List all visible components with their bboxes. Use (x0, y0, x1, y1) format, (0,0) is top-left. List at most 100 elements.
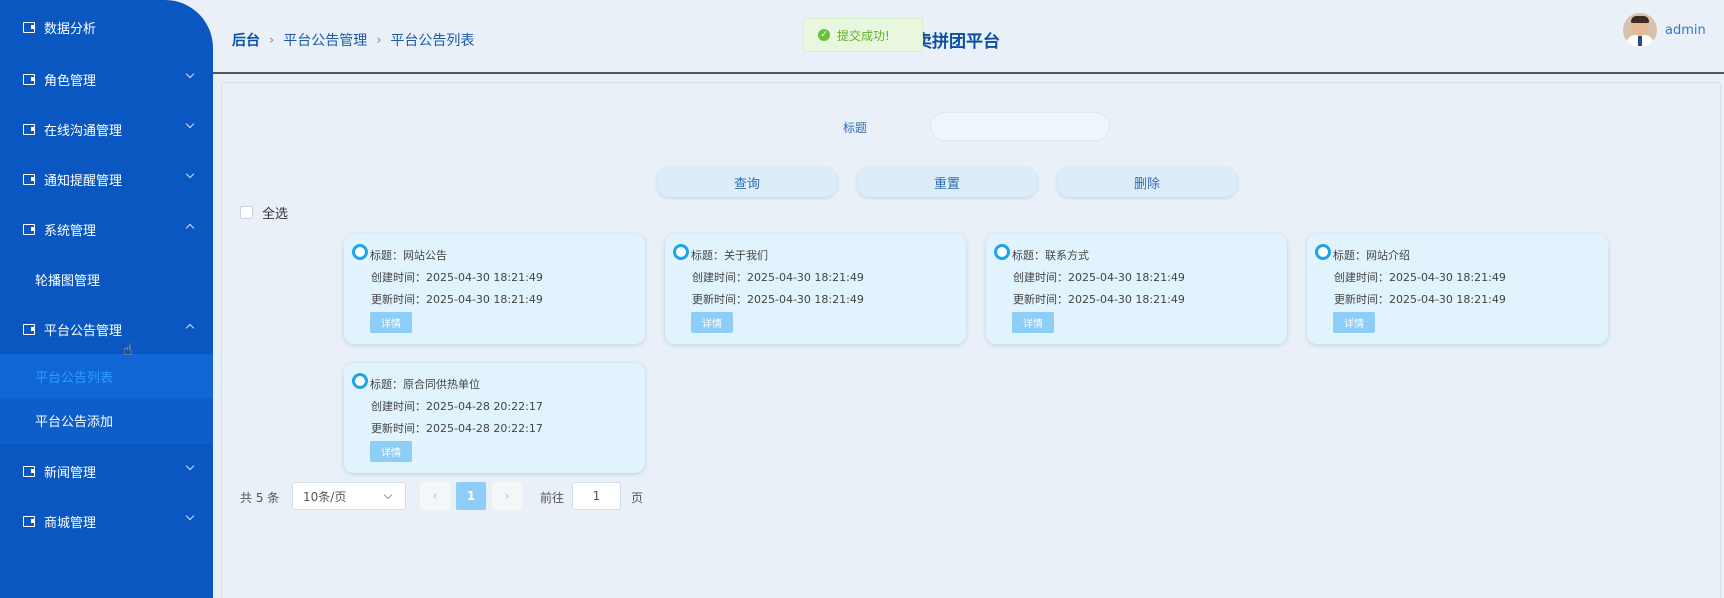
top-header: 后台 › 平台公告管理 › 平台公告列表 卖拼团平台 ✓ 提交成功! admin (213, 0, 1724, 74)
breadcrumb-separator-icon: › (269, 32, 275, 48)
notice-card: 标题：原合同供热单位 创建时间：2025-04-28 20:22:17 更新时间… (344, 363, 645, 473)
sidebar-item-news[interactable]: 新闻管理 (0, 446, 213, 496)
page-size-value: 10条/页 (303, 489, 347, 504)
sidebar-subitem-label: 平台公告添加 (35, 414, 114, 430)
page-number-current[interactable]: 1 (456, 482, 486, 510)
sidebar-item-label: 在线沟通管理 (44, 123, 123, 139)
chevron-down-icon (185, 69, 195, 79)
select-all-label: 全选 (262, 207, 289, 222)
check-circle-icon: ✓ (818, 29, 830, 41)
card-updated-time: 更新时间：2025-04-30 18:21:49 (1013, 293, 1185, 306)
sidebar-item-online-chat[interactable]: 在线沟通管理 (0, 104, 213, 154)
sidebar-item-label: 系统管理 (44, 223, 97, 239)
pagination-total: 共 5 条 (240, 491, 280, 505)
card-created-time: 创建时间：2025-04-30 18:21:49 (692, 271, 864, 284)
menu-icon (23, 465, 35, 477)
detail-button[interactable]: 详情 (1333, 312, 1375, 333)
title-search-input[interactable] (930, 112, 1110, 141)
card-title: 标题：网站介绍 (1333, 249, 1410, 262)
menu-icon (23, 123, 35, 135)
radio-select-icon[interactable] (352, 373, 368, 389)
sidebar-item-label: 通知提醒管理 (44, 173, 123, 189)
card-updated-time: 更新时间：2025-04-28 20:22:17 (371, 422, 543, 435)
user-name[interactable]: admin (1665, 23, 1706, 38)
radio-select-icon[interactable] (673, 244, 689, 260)
delete-button[interactable]: 删除 (1057, 167, 1237, 197)
title-filter-label: 标题 (843, 121, 868, 135)
sidebar-item-label: 商城管理 (44, 515, 97, 531)
sidebar-item-system[interactable]: 系统管理 (0, 204, 213, 254)
card-title: 标题：联系方式 (1012, 249, 1089, 262)
sidebar: 数据分析 角色管理 在线沟通管理 通知提醒管理 系统管理 轮播图管理 平台公告管… (0, 0, 213, 598)
sidebar-item-label: 新闻管理 (44, 465, 97, 481)
next-page-button[interactable]: › (492, 482, 522, 510)
sidebar-subitem-label: 轮播图管理 (35, 273, 101, 289)
card-updated-time: 更新时间：2025-04-30 18:21:49 (692, 293, 864, 306)
checkbox-icon[interactable] (240, 206, 253, 219)
sidebar-item-shop[interactable]: 商城管理 (0, 496, 213, 546)
menu-icon (23, 323, 35, 335)
avatar[interactable] (1623, 13, 1657, 47)
prev-page-button[interactable]: ‹ (420, 482, 450, 510)
breadcrumb-notice-list: 平台公告列表 (390, 33, 475, 49)
page-unit-label: 页 (631, 491, 644, 505)
notice-card: 标题：关于我们 创建时间：2025-04-30 18:21:49 更新时间：20… (665, 234, 966, 344)
menu-icon (23, 515, 35, 527)
hand-cursor-icon: ☝ (123, 340, 133, 359)
sidebar-item-label: 数据分析 (44, 21, 97, 37)
sidebar-item-notification[interactable]: 通知提醒管理 (0, 154, 213, 204)
page-size-select[interactable]: 10条/页 (292, 482, 406, 510)
sidebar-item-role-management[interactable]: 角色管理 (0, 54, 213, 104)
card-created-time: 创建时间：2025-04-30 18:21:49 (1334, 271, 1506, 284)
sidebar-item-notice[interactable]: 平台公告管理 (0, 304, 213, 354)
chevron-down-icon (185, 511, 195, 521)
menu-icon (23, 173, 35, 185)
sidebar-item-data-analysis[interactable]: 数据分析 (0, 2, 213, 52)
radio-select-icon[interactable] (994, 244, 1010, 260)
card-updated-time: 更新时间：2025-04-30 18:21:49 (371, 293, 543, 306)
card-created-time: 创建时间：2025-04-30 18:21:49 (371, 271, 543, 284)
chevron-up-icon (185, 323, 195, 333)
reset-button[interactable]: 重置 (857, 167, 1037, 197)
breadcrumb-notice-management[interactable]: 平台公告管理 (283, 30, 367, 50)
success-toast: ✓ 提交成功! (803, 18, 923, 52)
chevron-down-icon (185, 169, 195, 179)
notice-card: 标题：联系方式 创建时间：2025-04-30 18:21:49 更新时间：20… (986, 234, 1287, 344)
breadcrumb: 后台 › 平台公告管理 › 平台公告列表 (232, 30, 474, 50)
goto-label: 前往 (540, 491, 565, 505)
toast-text: 提交成功! (837, 28, 890, 43)
site-title: 卖拼团平台 (915, 32, 1000, 52)
chevron-down-icon (185, 119, 195, 129)
radio-select-icon[interactable] (1315, 244, 1331, 260)
select-all-checkbox[interactable]: 全选 (240, 203, 288, 222)
card-created-time: 创建时间：2025-04-30 18:21:49 (1013, 271, 1185, 284)
notice-card: 标题：网站公告 创建时间：2025-04-30 18:21:49 更新时间：20… (344, 234, 645, 344)
menu-icon (23, 223, 35, 235)
detail-button[interactable]: 详情 (370, 312, 412, 333)
radio-select-icon[interactable] (352, 244, 368, 260)
sidebar-subitem-carousel[interactable]: 轮播图管理 (0, 257, 213, 301)
goto-page-input[interactable] (572, 482, 621, 510)
chevron-up-icon (185, 223, 195, 233)
query-button[interactable]: 查询 (657, 167, 837, 197)
notice-card: 标题：网站介绍 创建时间：2025-04-30 18:21:49 更新时间：20… (1307, 234, 1608, 344)
card-created-time: 创建时间：2025-04-28 20:22:17 (371, 400, 543, 413)
detail-button[interactable]: 详情 (370, 441, 412, 462)
sidebar-subitem-notice-list[interactable]: 平台公告列表 (0, 354, 213, 398)
menu-icon (23, 21, 35, 33)
detail-button[interactable]: 详情 (1012, 312, 1054, 333)
sidebar-item-label: 平台公告管理 (44, 323, 123, 339)
sidebar-subitem-label: 平台公告列表 (35, 370, 114, 386)
sidebar-item-label: 角色管理 (44, 73, 97, 89)
breadcrumb-home[interactable]: 后台 (232, 30, 260, 50)
card-updated-time: 更新时间：2025-04-30 18:21:49 (1334, 293, 1506, 306)
card-title: 标题：原合同供热单位 (370, 378, 480, 391)
chevron-down-icon (383, 490, 393, 500)
menu-icon (23, 73, 35, 85)
card-title: 标题：网站公告 (370, 249, 447, 262)
breadcrumb-separator-icon: › (376, 32, 382, 48)
card-title: 标题：关于我们 (691, 249, 768, 262)
sidebar-subitem-notice-add[interactable]: 平台公告添加 (0, 398, 213, 442)
chevron-down-icon (185, 461, 195, 471)
detail-button[interactable]: 详情 (691, 312, 733, 333)
